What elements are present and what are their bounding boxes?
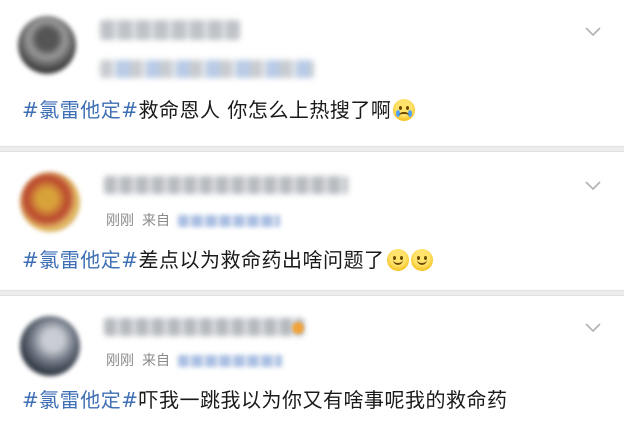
username-blurred[interactable] — [104, 176, 348, 194]
post-body: 差点以为救命药出啥问题了 — [138, 248, 385, 272]
avatar[interactable] — [20, 316, 80, 376]
post-text: #氯雷他定#吓我一跳我以为你又有啥事呢我的救命药 — [22, 386, 508, 414]
chevron-down-icon[interactable] — [584, 176, 602, 194]
post-time: 刚刚 — [106, 213, 134, 229]
crying-face-icon — [393, 99, 416, 121]
post-source-prefix: 来自 — [142, 353, 170, 369]
post-body: 吓我一跳我以为你又有啥事呢我的救命药 — [138, 388, 508, 412]
smiling-face-icon — [410, 249, 433, 271]
username-blurred[interactable] — [104, 318, 304, 336]
post-text: #氯雷他定#救命恩人 你怎么上热搜了啊 — [22, 96, 416, 124]
avatar[interactable] — [20, 172, 80, 232]
post-source-blurred[interactable] — [178, 215, 280, 227]
post-meta: 刚刚 来自 — [106, 350, 290, 370]
smiling-face-icon — [386, 249, 409, 271]
post-time: 刚刚 — [106, 353, 134, 369]
post-body: 救命恩人 你怎么上热搜了啊 — [138, 98, 392, 122]
post-source-blurred[interactable] — [178, 355, 282, 367]
post-text: #氯雷他定#差点以为救命药出啥问题了 — [22, 246, 433, 274]
username-blurred[interactable] — [100, 20, 240, 40]
post-source-prefix: 来自 — [142, 213, 170, 229]
weibo-post: #氯雷他定#救命恩人 你怎么上热搜了啊 — [0, 0, 624, 146]
chevron-down-icon[interactable] — [584, 22, 602, 40]
user-badge-icon — [292, 322, 304, 334]
comment-post: 刚刚 来自 #氯雷他定#差点以为救命药出啥问题了 — [0, 152, 624, 290]
chevron-down-icon[interactable] — [584, 318, 602, 336]
post-meta: 刚刚 来自 — [106, 210, 288, 230]
hashtag-link[interactable]: #氯雷他定# — [22, 388, 139, 412]
avatar[interactable] — [18, 16, 76, 74]
hashtag-link[interactable]: #氯雷他定# — [22, 248, 139, 272]
post-meta-blurred — [100, 60, 314, 78]
comment-post: 刚刚 来自 #氯雷他定#吓我一跳我以为你又有啥事呢我的救命药 — [0, 296, 624, 428]
hashtag-link[interactable]: #氯雷他定# — [22, 98, 139, 122]
